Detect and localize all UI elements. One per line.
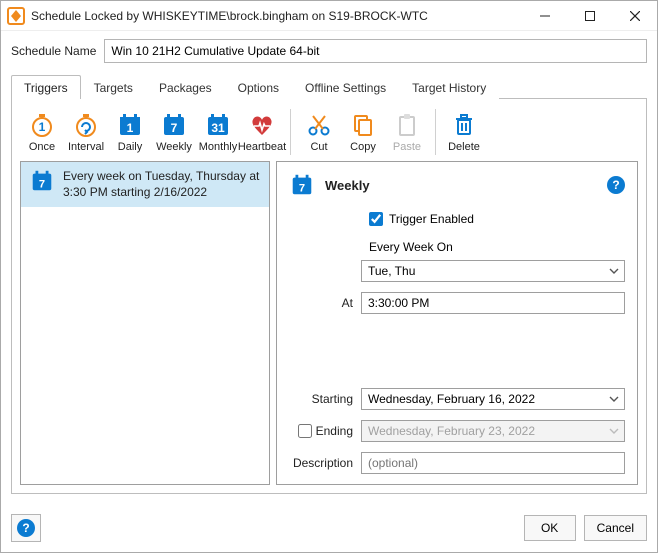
at-label: At <box>289 296 361 310</box>
days-dropdown[interactable] <box>361 260 625 282</box>
ok-button[interactable]: OK <box>524 515 576 541</box>
ending-label: Ending <box>316 424 353 438</box>
days-row <box>289 260 625 282</box>
paste-icon <box>393 111 421 139</box>
svg-text:7: 7 <box>171 121 178 135</box>
trigger-list[interactable]: 7 Every week on Tuesday, Thursday at 3:3… <box>20 161 270 485</box>
help-button[interactable]: ? <box>11 514 41 542</box>
maximize-button[interactable] <box>567 2 612 30</box>
spacer <box>289 324 625 388</box>
cancel-button[interactable]: Cancel <box>584 515 647 541</box>
tab-packages[interactable]: Packages <box>146 75 225 99</box>
ending-row: Ending <box>289 420 625 442</box>
clipboard-group: Cut Copy Paste <box>297 109 436 155</box>
trigger-details-pane: 7 Weekly ? Trigger Enabled Every Week On <box>276 161 638 485</box>
tab-strip: Triggers Targets Packages Options Offlin… <box>11 73 647 99</box>
paste-label: Paste <box>393 141 421 153</box>
pane-title: Weekly <box>325 178 597 193</box>
description-input[interactable] <box>361 452 625 474</box>
at-row: At <box>289 292 625 314</box>
interval-button[interactable]: Interval <box>64 109 108 155</box>
list-item[interactable]: 7 Every week on Tuesday, Thursday at 3:3… <box>21 162 269 207</box>
tab-target-history[interactable]: Target History <box>399 75 499 99</box>
cut-label: Cut <box>310 141 327 153</box>
trigger-enabled-label: Trigger Enabled <box>389 212 474 226</box>
window-controls <box>522 2 657 30</box>
svg-text:7: 7 <box>299 183 305 195</box>
close-button[interactable] <box>612 2 657 30</box>
pane-header: 7 Weekly ? <box>289 172 625 198</box>
heartbeat-button[interactable]: Heartbeat <box>240 109 284 155</box>
monthly-label: Monthly <box>199 141 238 153</box>
every-week-on-label: Every Week On <box>369 240 625 254</box>
copy-icon <box>349 111 377 139</box>
tab-offline-settings[interactable]: Offline Settings <box>292 75 399 99</box>
interval-label: Interval <box>68 141 104 153</box>
content-area: Schedule Name Triggers Targets Packages … <box>1 31 657 504</box>
stopwatch-once-icon: 1 <box>28 111 56 139</box>
delete-group: Delete <box>442 109 492 155</box>
calendar-monthly-icon: 31 <box>204 111 232 139</box>
stopwatch-interval-icon <box>72 111 100 139</box>
calendar-weekly-icon: 7 <box>160 111 188 139</box>
weekly-button[interactable]: 7 Weekly <box>152 109 196 155</box>
ending-checkbox[interactable] <box>298 424 312 438</box>
minimize-button[interactable] <box>522 2 567 30</box>
window-title: Schedule Locked by WHISKEYTIME\brock.bin… <box>31 9 522 23</box>
tab-options[interactable]: Options <box>225 75 292 99</box>
svg-text:1: 1 <box>39 120 46 134</box>
help-icon: ? <box>17 519 35 537</box>
tab-triggers[interactable]: Triggers <box>11 75 81 99</box>
trigger-type-group: 1 Once Interval 1 Daily 7 Weekly <box>20 109 291 155</box>
cut-button[interactable]: Cut <box>297 109 341 155</box>
scissors-icon <box>305 111 333 139</box>
starting-label: Starting <box>289 392 361 406</box>
calendar-weekly-icon: 7 <box>29 168 55 194</box>
schedule-name-label: Schedule Name <box>11 44 96 58</box>
copy-label: Copy <box>350 141 376 153</box>
copy-button[interactable]: Copy <box>341 109 385 155</box>
calendar-weekly-icon: 7 <box>289 172 315 198</box>
weekly-label: Weekly <box>156 141 192 153</box>
once-button[interactable]: 1 Once <box>20 109 64 155</box>
schedule-name-row: Schedule Name <box>11 39 647 63</box>
starting-date-dropdown[interactable] <box>361 388 625 410</box>
paste-button: Paste <box>385 109 429 155</box>
list-item-text: Every week on Tuesday, Thursday at 3:30 … <box>63 168 261 200</box>
dialog-footer: ? OK Cancel <box>1 504 657 552</box>
svg-text:1: 1 <box>127 121 134 135</box>
trash-icon <box>450 111 478 139</box>
daily-button[interactable]: 1 Daily <box>108 109 152 155</box>
starting-row: Starting <box>289 388 625 410</box>
window: Schedule Locked by WHISKEYTIME\brock.bin… <box>0 0 658 553</box>
description-row: Description <box>289 452 625 474</box>
help-icon[interactable]: ? <box>607 176 625 194</box>
once-label: Once <box>29 141 55 153</box>
trigger-enabled-row: Trigger Enabled <box>369 212 625 226</box>
at-time-input[interactable] <box>361 292 625 314</box>
svg-text:31: 31 <box>211 121 225 135</box>
tab-targets[interactable]: Targets <box>81 75 146 99</box>
schedule-name-input[interactable] <box>104 39 647 63</box>
split-pane: 7 Every week on Tuesday, Thursday at 3:3… <box>20 161 638 485</box>
monthly-button[interactable]: 31 Monthly <box>196 109 240 155</box>
ending-date-dropdown <box>361 420 625 442</box>
trigger-enabled-checkbox[interactable] <box>369 212 383 226</box>
heartbeat-icon <box>248 111 276 139</box>
svg-text:7: 7 <box>39 179 45 191</box>
calendar-daily-icon: 1 <box>116 111 144 139</box>
description-label: Description <box>289 456 361 470</box>
toolbar: 1 Once Interval 1 Daily 7 Weekly <box>20 107 638 161</box>
app-icon <box>7 7 25 25</box>
delete-button[interactable]: Delete <box>442 109 486 155</box>
days-field-wrap <box>361 260 625 282</box>
tab-body: 1 Once Interval 1 Daily 7 Weekly <box>11 99 647 494</box>
titlebar: Schedule Locked by WHISKEYTIME\brock.bin… <box>1 1 657 31</box>
heartbeat-label: Heartbeat <box>238 141 286 153</box>
delete-label: Delete <box>448 141 480 153</box>
daily-label: Daily <box>118 141 142 153</box>
